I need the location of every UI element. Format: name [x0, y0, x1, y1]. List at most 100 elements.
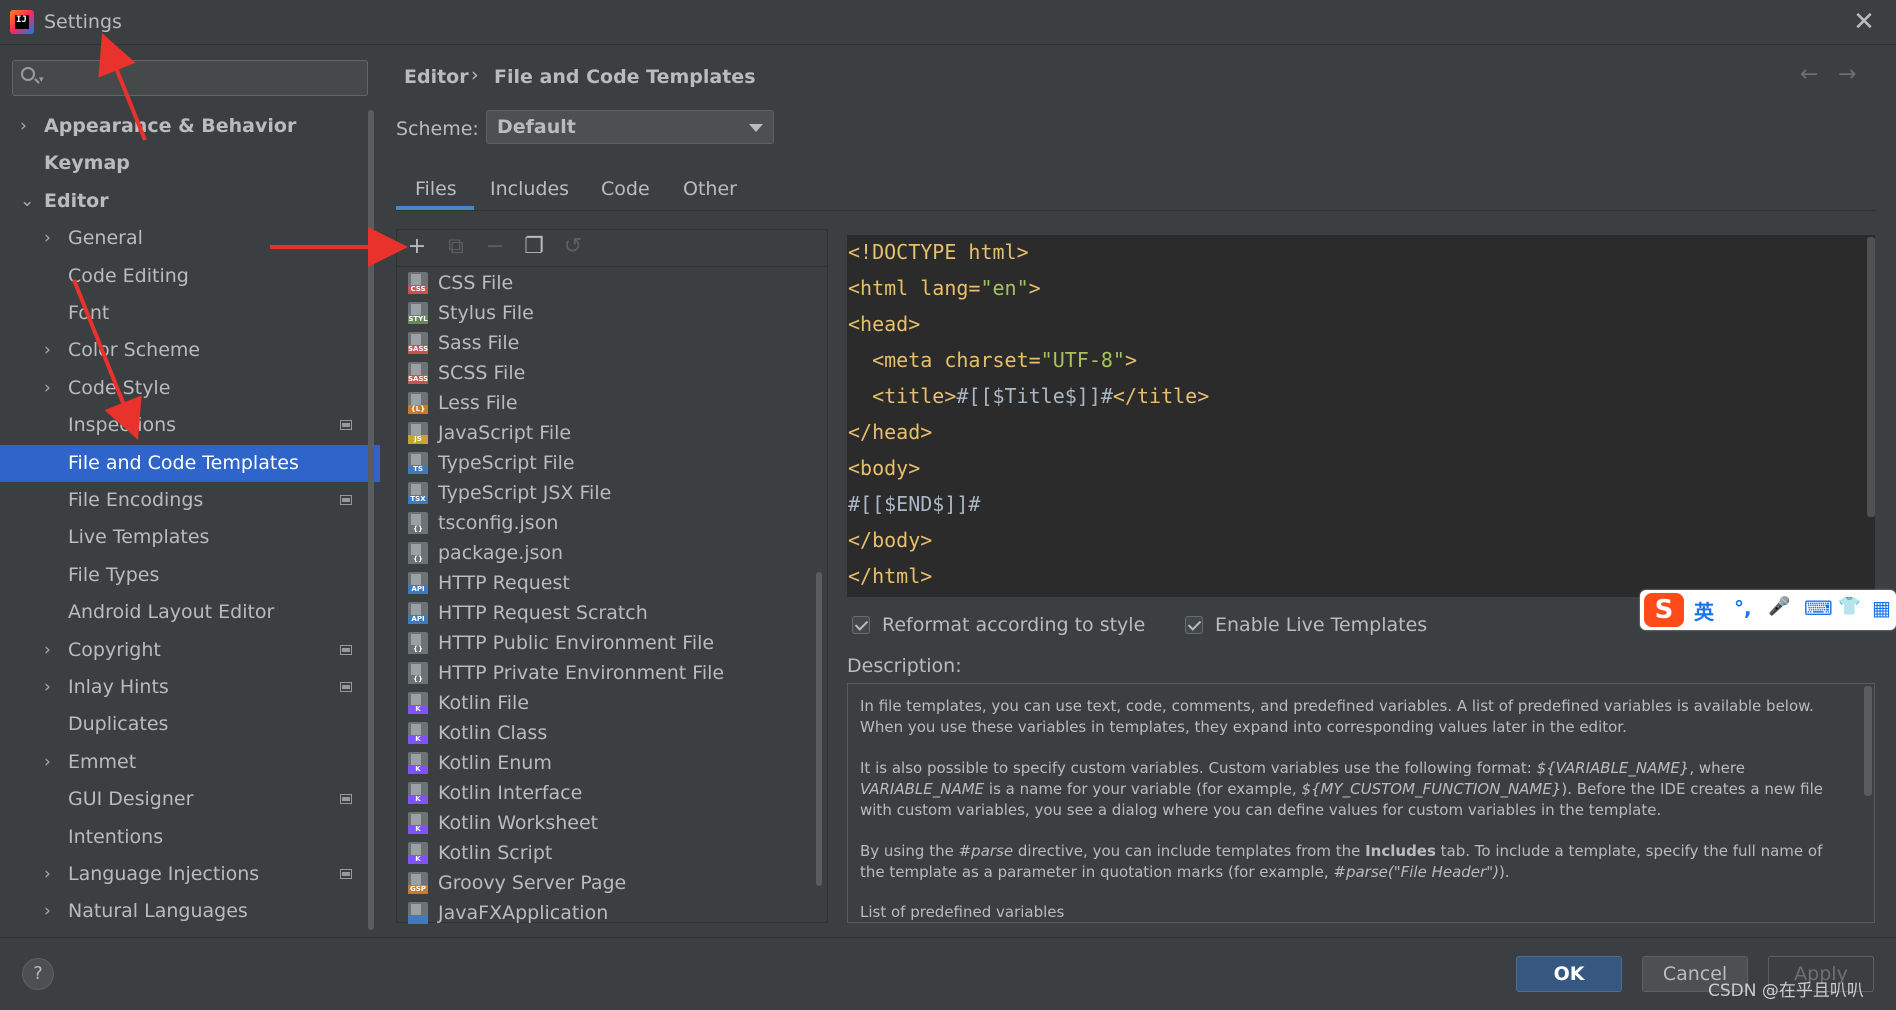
sidebar-item-language-injections[interactable]: › Language Injections: [0, 856, 380, 893]
list-item[interactable]: API HTTP Request Scratch: [408, 598, 808, 628]
sidebar-item-emmet[interactable]: › Emmet: [0, 744, 380, 781]
list-item[interactable]: {} HTTP Private Environment File: [408, 658, 808, 688]
tab-code[interactable]: Code: [601, 178, 650, 200]
code-line: <html lang="en">: [848, 276, 1041, 300]
sidebar-item-font[interactable]: Font: [0, 295, 380, 332]
list-item[interactable]: {L} Less File: [408, 388, 808, 418]
chevron-right-icon[interactable]: ›: [44, 370, 51, 407]
chevron-right-icon[interactable]: ›: [44, 744, 51, 781]
sidebar-item-code-editing[interactable]: Code Editing: [0, 258, 380, 295]
chevron-down-icon[interactable]: ⌄: [20, 183, 34, 220]
desc-text: directive, you can include templates fro…: [1013, 842, 1366, 860]
watermark: CSDN @在乎且叭叭: [1708, 981, 1864, 1001]
ok-button[interactable]: OK: [1516, 956, 1622, 992]
list-item[interactable]: K Kotlin Worksheet: [408, 808, 808, 838]
list-item[interactable]: JS JavaScript File: [408, 418, 808, 448]
description-variables-heading: List of predefined variables: [860, 902, 1850, 922]
ime-language-toggle[interactable]: 英: [1694, 596, 1714, 625]
sidebar-item-live-templates[interactable]: Live Templates: [0, 519, 380, 556]
project-scope-icon: [340, 869, 352, 879]
list-item[interactable]: {} HTTP Public Environment File: [408, 628, 808, 658]
tab-other[interactable]: Other: [683, 178, 737, 200]
sidebar-item-file-and-code-templates[interactable]: File and Code Templates: [0, 444, 380, 482]
sidebar-item-label: General: [68, 227, 143, 250]
keyboard-icon[interactable]: ⌨: [1804, 596, 1833, 620]
sidebar-item-file-encodings[interactable]: File Encodings: [0, 482, 380, 519]
sidebar-item-keymap[interactable]: Keymap: [0, 145, 380, 182]
file-type-badge: {}: [408, 675, 428, 684]
search-input[interactable]: ▾: [12, 60, 368, 96]
template-name: package.json: [438, 542, 564, 564]
chevron-right-icon[interactable]: ›: [44, 332, 51, 369]
list-item[interactable]: K Kotlin Script: [408, 838, 808, 868]
list-item[interactable]: SASS Sass File: [408, 328, 808, 358]
list-item[interactable]: TS TypeScript File: [408, 448, 808, 478]
add-template-icon[interactable]: +: [404, 234, 430, 260]
sidebar-item-code-style[interactable]: › Code Style: [0, 370, 380, 407]
live-templates-checkbox[interactable]: [1185, 616, 1203, 634]
description-intro-text: In file templates, you can use text, cod…: [860, 697, 1814, 736]
back-arrow-icon[interactable]: ←: [1800, 62, 1818, 87]
help-button[interactable]: ?: [22, 958, 54, 990]
tab-includes[interactable]: Includes: [490, 178, 569, 200]
list-item[interactable]: K Kotlin File: [408, 688, 808, 718]
skin-icon[interactable]: 👕: [1838, 596, 1860, 617]
chevron-right-icon[interactable]: ›: [44, 856, 51, 893]
sidebar-item-inspections[interactable]: Inspections: [0, 407, 380, 444]
sidebar-item-color-scheme[interactable]: › Color Scheme: [0, 332, 380, 369]
list-item[interactable]: K Kotlin Enum: [408, 748, 808, 778]
close-icon[interactable]: ✕: [1850, 8, 1878, 36]
template-name: tsconfig.json: [438, 512, 559, 534]
reset-template-icon[interactable]: ↺: [560, 234, 586, 260]
chevron-right-icon[interactable]: ›: [20, 108, 27, 145]
breadcrumb-parent[interactable]: Editor: [404, 66, 469, 88]
sidebar-scrollbar[interactable]: [368, 110, 374, 930]
list-item[interactable]: {} package.json: [408, 538, 808, 568]
tab-files[interactable]: Files: [415, 178, 457, 200]
chevron-down-icon: [749, 124, 763, 132]
sidebar-item-gui-designer[interactable]: GUI Designer: [0, 781, 380, 818]
sogou-logo-icon[interactable]: S: [1644, 593, 1684, 627]
copy-template-icon[interactable]: ❐: [521, 234, 547, 260]
list-item[interactable]: GSP Groovy Server Page: [408, 868, 808, 898]
search-options-icon[interactable]: ▾: [39, 75, 44, 85]
list-item[interactable]: API HTTP Request: [408, 568, 808, 598]
sidebar-item-intentions[interactable]: Intentions: [0, 819, 380, 856]
sidebar-item-general[interactable]: › General: [0, 220, 380, 257]
template-list-scrollbar[interactable]: [816, 572, 822, 886]
chevron-right-icon[interactable]: ›: [44, 669, 51, 706]
create-child-template-icon[interactable]: ⧉: [443, 234, 469, 260]
list-item[interactable]: CSS CSS File: [408, 268, 808, 298]
list-item[interactable]: STYL Stylus File: [408, 298, 808, 328]
sidebar-item-file-types[interactable]: File Types: [0, 557, 380, 594]
file-template-icon: K: [408, 722, 428, 744]
forward-arrow-icon[interactable]: →: [1838, 62, 1856, 87]
sidebar-item-copyright[interactable]: › Copyright: [0, 632, 380, 669]
list-item[interactable]: TSX TypeScript JSX File: [408, 478, 808, 508]
remove-template-icon[interactable]: −: [482, 234, 508, 260]
file-template-icon: TSX: [408, 482, 428, 504]
sidebar-item-android-layout-editor[interactable]: Android Layout Editor: [0, 594, 380, 631]
scheme-dropdown[interactable]: Default: [486, 110, 774, 144]
list-item[interactable]: K Kotlin Interface: [408, 778, 808, 808]
sidebar-item-label: Appearance & Behavior: [44, 115, 297, 137]
list-item[interactable]: JavaFXApplication: [408, 898, 808, 928]
ime-punctuation-icon[interactable]: °,: [1734, 596, 1752, 620]
sidebar-item-appearance-behavior[interactable]: › Appearance & Behavior: [0, 108, 380, 145]
sidebar-item-editor[interactable]: ⌄ Editor: [0, 183, 380, 220]
list-item[interactable]: {} tsconfig.json: [408, 508, 808, 538]
sidebar-item-natural-languages[interactable]: › Natural Languages: [0, 893, 380, 930]
chevron-right-icon[interactable]: ›: [44, 893, 51, 930]
chevron-right-icon[interactable]: ›: [44, 632, 51, 669]
chevron-right-icon[interactable]: ›: [44, 220, 51, 257]
sidebar-item-duplicates[interactable]: Duplicates: [0, 706, 380, 743]
list-item[interactable]: SASS SCSS File: [408, 358, 808, 388]
list-item[interactable]: K Kotlin Class: [408, 718, 808, 748]
microphone-icon[interactable]: 🎤: [1768, 596, 1790, 617]
editor-scrollbar[interactable]: [1867, 237, 1875, 517]
sidebar-item-inlay-hints[interactable]: › Inlay Hints: [0, 669, 380, 706]
grid-menu-icon[interactable]: ▦: [1872, 596, 1891, 620]
description-scrollbar[interactable]: [1864, 686, 1872, 796]
reformat-checkbox[interactable]: [852, 616, 870, 634]
code-line: <title>#[[$Title$]]#</title>: [848, 384, 1209, 408]
